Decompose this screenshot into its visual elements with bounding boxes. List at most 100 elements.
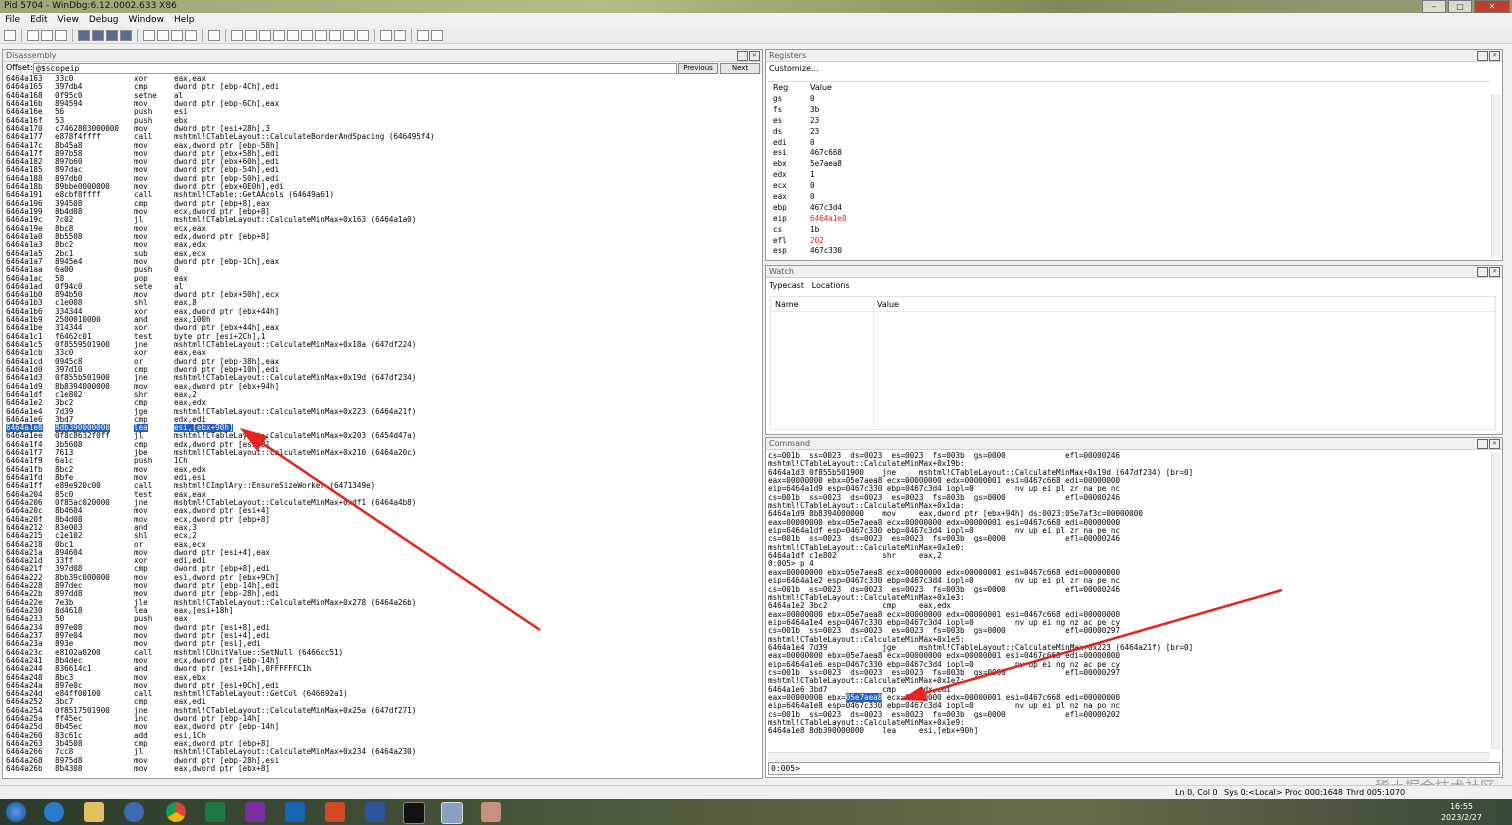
register-row[interactable]: eax 0 [768, 192, 1490, 203]
step-out-icon[interactable] [171, 29, 183, 41]
disassembly-row[interactable]: 6464a1e6 3bd7 cmp edx,edi [3, 415, 762, 424]
paste-icon[interactable] [55, 29, 67, 41]
disassembly-row[interactable]: 6464a1fb 8bc2 mov eax,edx [3, 465, 762, 474]
disassembly-row[interactable]: 6464a17f 897b58 mov dword ptr [ebx+58h],edi [3, 149, 762, 158]
register-row[interactable]: esi 467c668 [768, 148, 1490, 159]
menu-help[interactable]: Help [169, 13, 200, 27]
processes-threads-icon[interactable] [343, 29, 355, 41]
step-into-icon[interactable] [143, 29, 155, 41]
powerpoint-icon[interactable] [325, 802, 345, 822]
excel-icon[interactable] [205, 802, 225, 822]
pane-close-icon[interactable]: ✕ [1489, 51, 1500, 61]
next-button[interactable]: Next [720, 63, 760, 74]
register-row[interactable]: edi 0 [768, 138, 1490, 149]
disassembly-row[interactable]: 6464a20c 8b4604 mov eax,dword ptr [esi+4] [3, 506, 762, 515]
media-player-icon[interactable] [124, 802, 144, 822]
disassembly-row[interactable]: 6464a1b3 c1e008 shl eax,8 [3, 299, 762, 308]
disassembly-listing[interactable]: 6464a163 33c0 xor eax,eax 6464a165 397db4 cmp d… [3, 75, 762, 778]
disassembly-row[interactable]: 6464a23c e8102a0200 call mshtml!CUnitValue:… [3, 648, 762, 657]
disassembly-row[interactable]: 6464a1a0 8b5508 mov edx,dword ptr [ebp+8] [3, 232, 762, 241]
copy-icon[interactable] [41, 29, 53, 41]
stop-debugging-icon[interactable] [106, 29, 118, 41]
disassembly-row[interactable]: 6464a163 33c0 xor eax,eax [3, 75, 762, 83]
menu-edit[interactable]: Edit [25, 13, 52, 27]
watch-table[interactable]: Name Value [770, 296, 1496, 430]
disassembly-row[interactable]: 6464a1ff e89e920c00 call mshtml!CImplAry::E… [3, 481, 762, 490]
disassembly-row[interactable]: 6464a1d9 8b8394000000 mov eax,dword ptr [eb… [3, 382, 762, 391]
disassembly-row[interactable]: 6464a21a 894604 mov dword ptr [esi+4],eax [3, 548, 762, 557]
break-icon[interactable] [120, 29, 132, 41]
internet-explorer-icon[interactable] [44, 802, 64, 822]
disassembly-row[interactable]: 6464a230 8d4618 lea eax,[esi+18h] [3, 606, 762, 615]
register-row[interactable]: edx 1 [768, 170, 1490, 181]
disassembly-row[interactable]: 6464a19e 8bc8 mov ecx,eax [3, 224, 762, 233]
disassembly-row[interactable]: 6464a1ac 58 pop eax [3, 274, 762, 283]
command-scrollbar[interactable] [1491, 452, 1501, 749]
pane-close-icon[interactable]: ✕ [1489, 439, 1500, 449]
disassembly-row[interactable]: 6464a196 394508 cmp dword ptr [ebp+8],eax [3, 199, 762, 208]
menu-debug[interactable]: Debug [84, 13, 124, 27]
disassembly-row[interactable]: 6464a18b 89bbe0000000 mov dword ptr [ebx+0E… [3, 182, 762, 191]
command-input[interactable]: 0:005> [768, 762, 1500, 775]
menu-view[interactable]: View [53, 13, 84, 27]
disassembly-row[interactable]: 6464a1c5 0f8559501900 jne mshtml!CTableLayo… [3, 340, 762, 349]
disassembly-row[interactable]: 6464a168 0f95c0 setne al [3, 91, 762, 100]
disassembly-row[interactable]: 6464a1f9 6a1c push 1Ch [3, 457, 762, 466]
register-row[interactable]: eip 6464a1e8 [768, 214, 1490, 225]
disassembly-row[interactable]: 6464a233 50 push eax [3, 614, 762, 623]
disassembly-row[interactable]: 6464a244 836614c1 and dword ptr [esi+14h],0… [3, 664, 762, 673]
disassembly-row[interactable]: 6464a266 7cc8 jl mshtml!CTableLayout::Calcu… [3, 747, 762, 756]
call-stack-icon[interactable] [301, 29, 313, 41]
pane-close-icon[interactable]: ✕ [749, 51, 760, 61]
menu-file[interactable]: File [0, 13, 25, 27]
windbg-icon[interactable] [441, 802, 463, 824]
options-icon[interactable] [431, 29, 443, 41]
disassembly-row[interactable]: 6464a17c 8b45a8 mov eax,dword ptr [ebp-58h] [3, 141, 762, 150]
disassembly-row[interactable]: 6464a248 8bc3 mov eax,ebx [3, 673, 762, 682]
register-row[interactable]: ds 23 [768, 127, 1490, 138]
go-icon[interactable] [78, 29, 90, 41]
font-icon[interactable] [417, 29, 429, 41]
registers-window-icon[interactable] [273, 29, 285, 41]
disassembly-row[interactable]: 6464a1aa 6a00 push 0 [3, 265, 762, 274]
disassembly-row[interactable]: 6464a237 897e04 mov dword ptr [esi+4],edi [3, 631, 762, 640]
onenote-icon[interactable] [245, 802, 265, 822]
dock-icon[interactable] [1477, 439, 1488, 449]
disassembly-row[interactable]: 6464a222 8bb39c000000 mov esi,dword ptr [eb… [3, 573, 762, 582]
breakpoint-icon[interactable] [208, 29, 220, 41]
disassembly-row[interactable]: 6464a1cd 0945c8 or dword ptr [ebp-38h],eax [3, 357, 762, 366]
disassembly-row[interactable]: 6464a165 397db4 cmp dword ptr [ebp-4Ch],edi [3, 82, 762, 91]
disassembly-row[interactable]: 6464a260 83c61c add esi,1Ch [3, 731, 762, 740]
disassembly-row[interactable]: 6464a254 0f8517501900 jne mshtml!CTableLayo… [3, 706, 762, 715]
register-row[interactable]: es 23 [768, 116, 1490, 127]
minimize-button[interactable]: – [1422, 0, 1446, 13]
dock-icon[interactable] [1477, 267, 1488, 277]
offset-input[interactable]: @$scopeip [33, 63, 677, 74]
disassembly-row[interactable]: 6464a218 0bc1 or eax,ecx [3, 540, 762, 549]
command-output[interactable]: cs=001b ss=0023 ds=0023 es=0023 fs=003b … [768, 452, 1490, 740]
disassembly-row[interactable]: 6464a25a ff45ec inc dword ptr [ebp-14h] [3, 714, 762, 723]
pane-close-icon[interactable]: ✕ [1489, 267, 1500, 277]
registers-scrollbar[interactable] [1491, 94, 1501, 258]
restart-icon[interactable] [92, 29, 104, 41]
disassembly-row[interactable]: 6464a177 e878f4ffff call mshtml!CTableLayou… [3, 132, 762, 141]
disassembly-row[interactable]: 6464a24a 897e0c mov dword ptr [esi+0Ch],edi [3, 681, 762, 690]
disassembly-row[interactable]: 6464a1fd 8bfe mov edi,esi [3, 473, 762, 482]
disassembly-row[interactable]: 6464a191 e8cbf8ffff call mshtml!CTable::Get… [3, 191, 762, 200]
step-over-icon[interactable] [157, 29, 169, 41]
disassembly-row[interactable]: 6464a1b6 334344 xor eax,dword ptr [ebx+44h] [3, 307, 762, 316]
disassembly-row[interactable]: 6464a21f 397d08 cmp dword ptr [ebp+8],edi [3, 565, 762, 574]
register-row[interactable]: cs 1b [768, 225, 1490, 236]
disassembly-row[interactable]: 6464a1ee 0f8c8632f0ff jl mshtml!CTableLayou… [3, 432, 762, 441]
disassembly-row[interactable]: 6464a1a3 8bc2 mov eax,edx [3, 240, 762, 249]
register-row[interactable]: ebp 467c3d4 [768, 203, 1490, 214]
file-explorer-icon[interactable] [84, 802, 104, 822]
disassembly-row[interactable]: 6464a1be 314344 xor dword ptr [ebx+44h],eax [3, 324, 762, 333]
disassembly-row[interactable]: 6464a22e 7e3b jle mshtml!CTableLayout::Calc… [3, 598, 762, 607]
cut-icon[interactable] [27, 29, 39, 41]
disassembly-row[interactable]: 6464a1b0 894b50 mov dword ptr [ebx+50h],ecx [3, 290, 762, 299]
scratch-pad-icon[interactable] [329, 29, 341, 41]
register-row[interactable]: esp 467c330 [768, 246, 1490, 257]
photo-app-icon[interactable] [481, 802, 501, 822]
chrome-icon[interactable] [166, 802, 186, 822]
